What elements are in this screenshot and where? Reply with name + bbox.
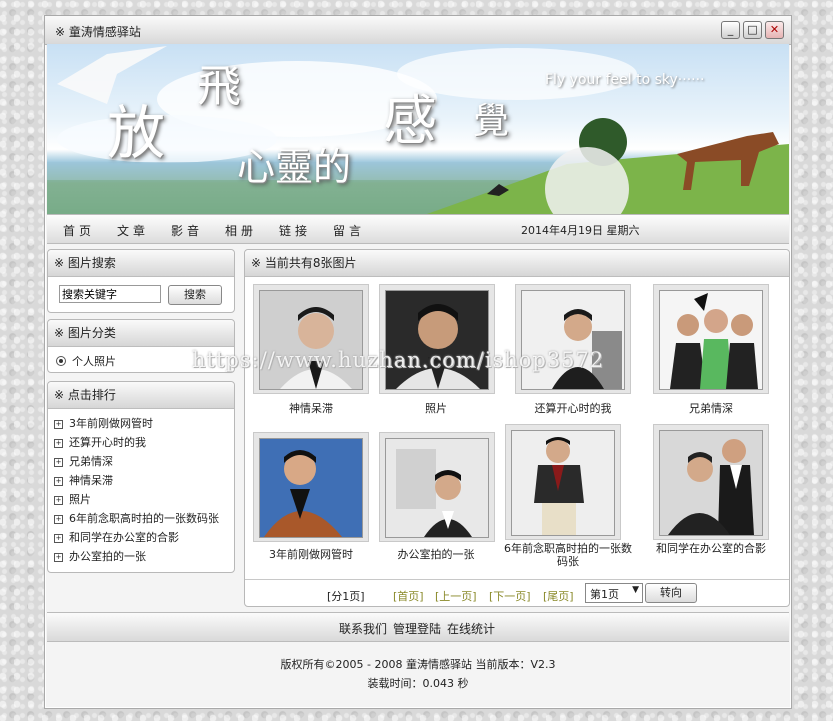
- ranking-item-label: 和同学在办公室的合影: [69, 531, 179, 544]
- window-title: ※ 童涛情感驿站: [55, 25, 141, 39]
- search-panel: ※ 图片搜索 搜索: [47, 249, 235, 313]
- photo-image: [259, 438, 363, 538]
- ranking-item[interactable]: + 兄弟情深: [54, 452, 234, 471]
- ranking-item-label: 办公室拍的一张: [69, 550, 146, 563]
- ranking-list: +3年前刚做网管时 + 还算开心时的我 + 兄弟情深 + 神情呆滞 + 照片 +6年前念…: [48, 409, 234, 566]
- footer-link-admin[interactable]: 管理登陆: [393, 620, 441, 637]
- minimize-button[interactable]: _: [721, 21, 740, 39]
- pager-last[interactable]: [尾页]: [543, 588, 574, 604]
- nav-guestbook[interactable]: 留言: [333, 222, 365, 239]
- nav-links[interactable]: 链接: [279, 222, 311, 239]
- ranking-item[interactable]: + 照片: [54, 490, 234, 509]
- footer-link-stats[interactable]: 在线统计: [447, 620, 495, 637]
- search-input[interactable]: [59, 285, 161, 303]
- category-item-label: 个人照片: [72, 355, 116, 368]
- page-select-value: 第1页: [590, 588, 619, 601]
- photo-caption[interactable]: 还算开心时的我: [508, 402, 638, 415]
- expand-icon: +: [54, 420, 63, 429]
- chevron-down-icon: ▼: [632, 585, 639, 595]
- photo-thumbnail[interactable]: [379, 432, 495, 542]
- photo-image: [511, 430, 615, 536]
- page-count: [分1页]: [327, 590, 365, 603]
- photo-caption[interactable]: 3年前刚做网管时: [246, 548, 376, 561]
- photo-image: [521, 290, 625, 390]
- photo-thumbnail[interactable]: [379, 284, 495, 394]
- expand-icon: +: [54, 458, 63, 467]
- load-time-text: 装载时间：0.043 秒: [367, 677, 469, 690]
- photo-thumbnail[interactable]: [515, 284, 631, 394]
- nav-bar: 首页 文章 影音 相册 链接 留言 2014年4月19日 星期六: [47, 214, 789, 244]
- ranking-item-label: 3年前刚做网管时: [69, 417, 153, 430]
- footer-links-bar: 联系我们 管理登陆 在线统计: [47, 612, 789, 642]
- ranking-panel-title: ※ 点击排行: [48, 382, 234, 409]
- photo-caption[interactable]: 办公室拍的一张: [371, 548, 501, 561]
- watermark-text: https://www.huzhan.com/ishop3572: [192, 348, 605, 372]
- photo-caption[interactable]: 6年前念职高时拍的一张数码张: [503, 542, 633, 568]
- banner-char-5: 覺: [473, 101, 510, 142]
- ranking-item-label: 照片: [69, 493, 91, 506]
- ranking-item[interactable]: + 办公室拍的一张: [54, 547, 234, 566]
- photo-thumbnail[interactable]: [505, 424, 621, 540]
- banner-char-2: 飛: [197, 61, 241, 112]
- expand-icon: +: [54, 534, 63, 543]
- pager-first[interactable]: [首页]: [393, 588, 424, 604]
- photo-image: [659, 290, 763, 390]
- gallery-panel-title: ※ 当前共有8张图片: [245, 250, 789, 277]
- maximize-button[interactable]: □: [743, 21, 762, 39]
- photo-caption[interactable]: 神情呆滞: [246, 402, 376, 415]
- photo-thumbnail[interactable]: [253, 284, 369, 394]
- expand-icon: +: [54, 553, 63, 562]
- search-button[interactable]: 搜索: [168, 285, 222, 305]
- banner-image: 放 飛 心靈的 感 覺 Fly your feel to sky······: [47, 44, 789, 214]
- photo-thumbnail[interactable]: [653, 424, 769, 540]
- radio-icon: [56, 356, 66, 366]
- ranking-panel: ※ 点击排行 +3年前刚做网管时 + 还算开心时的我 + 兄弟情深 + 神情呆滞 + 照…: [47, 381, 235, 573]
- page-select[interactable]: 第1页 ▼: [585, 583, 643, 603]
- photo-image: [385, 290, 489, 390]
- category-panel-title: ※ 图片分类: [48, 320, 234, 347]
- photo-caption[interactable]: 兄弟情深: [646, 402, 776, 415]
- ranking-item-label: 6年前念职高时拍的一张数码张: [69, 512, 219, 525]
- photo-thumbnail[interactable]: [653, 284, 769, 394]
- expand-icon: +: [54, 439, 63, 448]
- gallery-panel: ※ 当前共有8张图片 神情呆滞 照片 还算开心时的我 兄弟情深 3年前刚做网管时…: [244, 249, 790, 607]
- pager-next[interactable]: [下一页]: [489, 588, 531, 604]
- banner-char-1: 放: [107, 99, 166, 167]
- go-button[interactable]: 转向: [645, 583, 697, 603]
- nav-home[interactable]: 首页: [63, 222, 95, 239]
- photo-thumbnail[interactable]: [253, 432, 369, 542]
- photo-image: [659, 430, 763, 536]
- ranking-item[interactable]: +6年前念职高时拍的一张数码张: [54, 509, 234, 528]
- nav-media[interactable]: 影音: [171, 222, 203, 239]
- footer-link-contact[interactable]: 联系我们: [339, 620, 387, 637]
- expand-icon: +: [54, 515, 63, 524]
- photo-caption[interactable]: 照片: [371, 402, 501, 415]
- nav-album[interactable]: 相册: [225, 222, 257, 239]
- close-button[interactable]: ✕: [765, 21, 784, 39]
- current-date: 2014年4月19日 星期六: [521, 224, 640, 237]
- photo-image: [385, 438, 489, 538]
- nav-articles[interactable]: 文章: [117, 222, 149, 239]
- ranking-item-label: 还算开心时的我: [69, 436, 146, 449]
- ranking-item[interactable]: + 还算开心时的我: [54, 433, 234, 452]
- ranking-item-label: 兄弟情深: [69, 455, 113, 468]
- copyright-text: 版权所有©2005 - 2008 童涛情感驿站 当前版本：V2.3: [280, 658, 556, 671]
- ranking-item[interactable]: + 神情呆滞: [54, 471, 234, 490]
- expand-icon: +: [54, 496, 63, 505]
- title-bar: ※ 童涛情感驿站 _ □ ✕: [45, 16, 791, 45]
- banner-subtitle: Fly your feel to sky······: [545, 72, 705, 88]
- search-panel-title: ※ 图片搜索: [48, 250, 234, 277]
- divider: [245, 579, 789, 580]
- expand-icon: +: [54, 477, 63, 486]
- banner-char-4: 感: [383, 89, 437, 152]
- photo-image: [259, 290, 363, 390]
- pager-prev[interactable]: [上一页]: [435, 588, 477, 604]
- ranking-item[interactable]: + 和同学在办公室的合影: [54, 528, 234, 547]
- photo-caption[interactable]: 和同学在办公室的合影: [646, 542, 776, 555]
- ranking-item-label: 神情呆滞: [69, 474, 113, 487]
- banner-char-3: 心靈的: [237, 145, 352, 189]
- ranking-item[interactable]: +3年前刚做网管时: [54, 414, 234, 433]
